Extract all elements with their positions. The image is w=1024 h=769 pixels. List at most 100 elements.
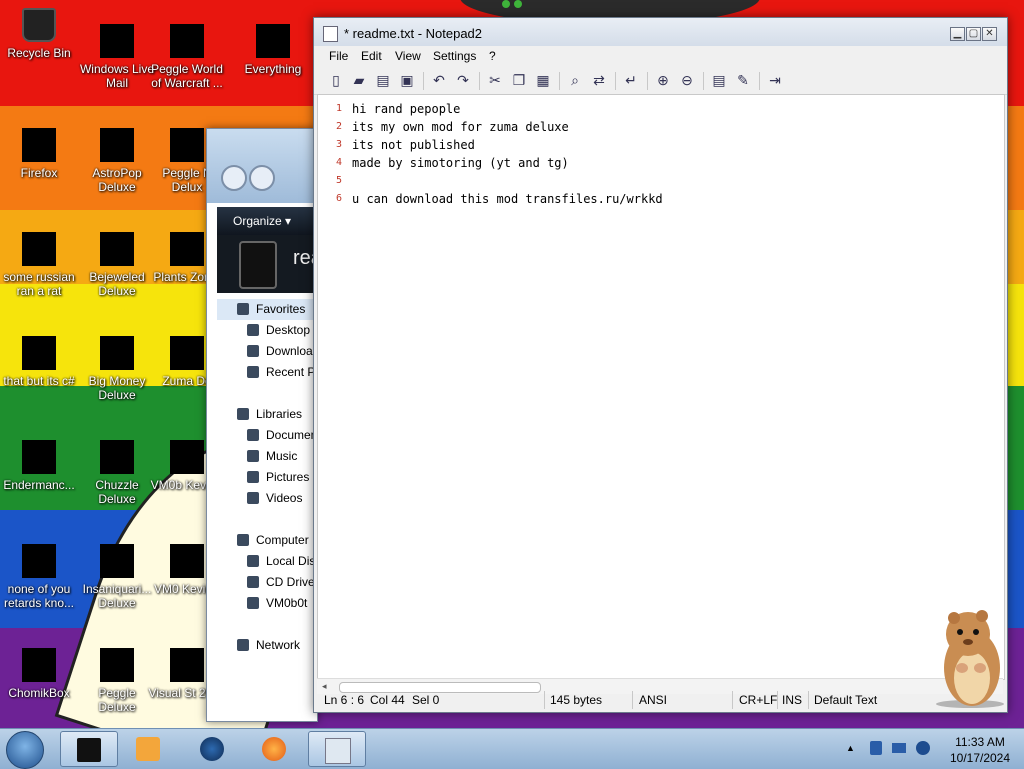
word-wrap-icon[interactable]: ↵	[623, 72, 639, 88]
nav-item[interactable]: Videos	[217, 488, 317, 509]
copy-icon[interactable]: ❐	[511, 72, 527, 88]
editor-line[interactable]: its not published	[352, 138, 475, 152]
nav-item[interactable]: Local Disk	[217, 551, 317, 572]
media-player-icon	[136, 737, 160, 761]
editor-line[interactable]: its my own mod for zuma deluxe	[352, 120, 569, 134]
menu-file[interactable]: File	[329, 49, 348, 63]
desktop-icon-csharp[interactable]: that but its c#	[0, 336, 78, 388]
taskbar-notepad2[interactable]	[308, 731, 366, 767]
explorer-details-banner: rea	[217, 235, 322, 293]
zoom-out-icon[interactable]: ⊖	[679, 72, 695, 88]
explorer-window[interactable]: Organize ▾ rea Favorites Desktop Downloads…	[206, 128, 322, 722]
desktop-icon-chomikbox[interactable]: ChomikBox	[0, 648, 78, 700]
desktop-icon-russian-rat[interactable]: some russian ran a rat	[0, 232, 78, 298]
notepad-titlebar[interactable]: * readme.txt - Notepad2 ▁ ▢ ✕	[314, 18, 1007, 46]
volume-icon[interactable]	[916, 741, 930, 755]
nav-item-icon	[247, 471, 259, 483]
desktop-icon-windows-live-mail[interactable]: Windows Live Mail	[78, 24, 156, 90]
desktop-icon-peggle[interactable]: Peggle Deluxe	[78, 648, 156, 714]
desktop-icon-big-money[interactable]: Big Money Deluxe	[78, 336, 156, 402]
desktop-icon-recycle-bin[interactable]: Recycle Bin	[0, 8, 78, 60]
nav-item-label: Libraries	[256, 407, 303, 421]
exit-icon[interactable]: ⇥	[767, 72, 783, 88]
menu-help[interactable]: ?	[489, 49, 496, 63]
desktop-icon-peggle-wow[interactable]: Peggle World of Warcraft ...	[148, 24, 226, 90]
paste-icon[interactable]: ▦	[535, 72, 551, 88]
desktop-icon-astropop[interactable]: AstroPop Deluxe	[78, 128, 156, 194]
status-encoding[interactable]: ANSI	[639, 693, 667, 707]
forward-button[interactable]	[249, 165, 275, 191]
nav-item[interactable]: Downloads	[217, 341, 317, 362]
desktop-icon-firefox[interactable]: Firefox	[0, 128, 78, 180]
undo-icon[interactable]: ↶	[431, 72, 447, 88]
nav-item-label: Desktop	[266, 323, 311, 337]
cut-icon[interactable]: ✂	[487, 72, 503, 88]
notepad2-window[interactable]: * readme.txt - Notepad2 ▁ ▢ ✕ File Edit …	[313, 17, 1008, 713]
redo-icon[interactable]: ↷	[455, 72, 471, 88]
browse-icon[interactable]: ▤	[375, 72, 391, 88]
editor-line[interactable]: made by simotoring (yt and tg)	[352, 156, 569, 170]
open-file-icon[interactable]: ▰	[351, 72, 367, 88]
desktop-icon-chuzzle[interactable]: Chuzzle Deluxe	[78, 440, 156, 506]
organize-button[interactable]: Organize ▾	[217, 207, 317, 235]
minimize-button[interactable]: ▁	[950, 27, 965, 41]
show-hidden-icons-button[interactable]: ▲	[846, 743, 855, 753]
network-icon[interactable]	[892, 743, 906, 753]
zuma-icon	[170, 336, 204, 370]
desktop-icon-bejeweled[interactable]: Bejeweled Deluxe	[78, 232, 156, 298]
clock-date[interactable]: 10/17/2024	[942, 751, 1018, 765]
nav-item-icon	[247, 576, 259, 588]
taskbar-media-player[interactable]	[120, 731, 176, 765]
desktop-icon-insaniquarium[interactable]: Insaniquari... Deluxe	[78, 544, 156, 610]
nav-item[interactable]: Computer	[217, 530, 317, 551]
editor-line[interactable]: u can download this mod transfiles.ru/wr…	[352, 192, 663, 206]
nav-item-icon	[247, 366, 259, 378]
nav-item[interactable]: Documents	[217, 425, 317, 446]
status-scheme[interactable]: Default Text	[814, 693, 877, 707]
nav-item[interactable]: Libraries	[217, 404, 317, 425]
scheme-icon[interactable]: ▤	[711, 72, 727, 88]
insaniquarium-icon	[100, 544, 134, 578]
visual-studio-icon	[170, 648, 204, 682]
close-button[interactable]: ✕	[982, 27, 997, 41]
desktop-icon-chrome[interactable]: none of you retards kno...	[0, 544, 78, 610]
menu-edit[interactable]: Edit	[361, 49, 382, 63]
status-sel: Sel 0	[412, 693, 440, 707]
editor-line[interactable]: hi rand pepople	[352, 102, 460, 116]
status-mode[interactable]: INS	[782, 693, 802, 707]
customize-scheme-icon[interactable]: ✎	[735, 72, 751, 88]
find-icon[interactable]: ⌕	[567, 72, 583, 88]
taskbar-firefox[interactable]	[246, 731, 302, 765]
desktop-icon-enderman[interactable]: Endermanc...	[0, 440, 78, 492]
status-col: Col 44	[370, 693, 405, 707]
desktop-icon-everything[interactable]: Everything	[234, 24, 312, 76]
tray-app-icon[interactable]	[870, 741, 882, 755]
nav-item[interactable]: Desktop	[217, 320, 317, 341]
start-button[interactable]	[6, 731, 44, 769]
taskbar-app[interactable]	[184, 731, 240, 765]
maximize-button[interactable]: ▢	[966, 27, 981, 41]
taskbar-explorer[interactable]	[60, 731, 118, 767]
nav-item[interactable]: Pictures	[217, 467, 317, 488]
status-eol[interactable]: CR+LF	[739, 693, 777, 707]
line-number: 2	[335, 121, 342, 132]
save-icon[interactable]: ▣	[399, 72, 415, 88]
nav-item-icon	[237, 639, 249, 651]
clock-time[interactable]: 11:33 AM	[942, 735, 1018, 749]
menu-view[interactable]: View	[395, 49, 421, 63]
nav-item[interactable]: CD Drive	[217, 572, 317, 593]
russian-rat-icon	[22, 232, 56, 266]
back-button[interactable]	[221, 165, 247, 191]
nav-item[interactable]: Network	[217, 635, 317, 656]
nav-item[interactable]: Favorites	[217, 299, 317, 320]
nav-item[interactable]: Music	[217, 446, 317, 467]
nav-item-label: Local Disk	[266, 554, 317, 568]
replace-icon[interactable]: ⇄	[591, 72, 607, 88]
zoom-in-icon[interactable]: ⊕	[655, 72, 671, 88]
nav-item-label: CD Drive	[266, 575, 315, 589]
menu-settings[interactable]: Settings	[433, 49, 476, 63]
text-editor[interactable]: 1 2 3 4 5 6 hi rand pepople its my own mod for…	[317, 94, 1005, 680]
nav-item[interactable]: Recent Places	[217, 362, 317, 383]
new-file-icon[interactable]: ▯	[328, 72, 344, 88]
nav-item[interactable]: VM0b0t	[217, 593, 317, 614]
